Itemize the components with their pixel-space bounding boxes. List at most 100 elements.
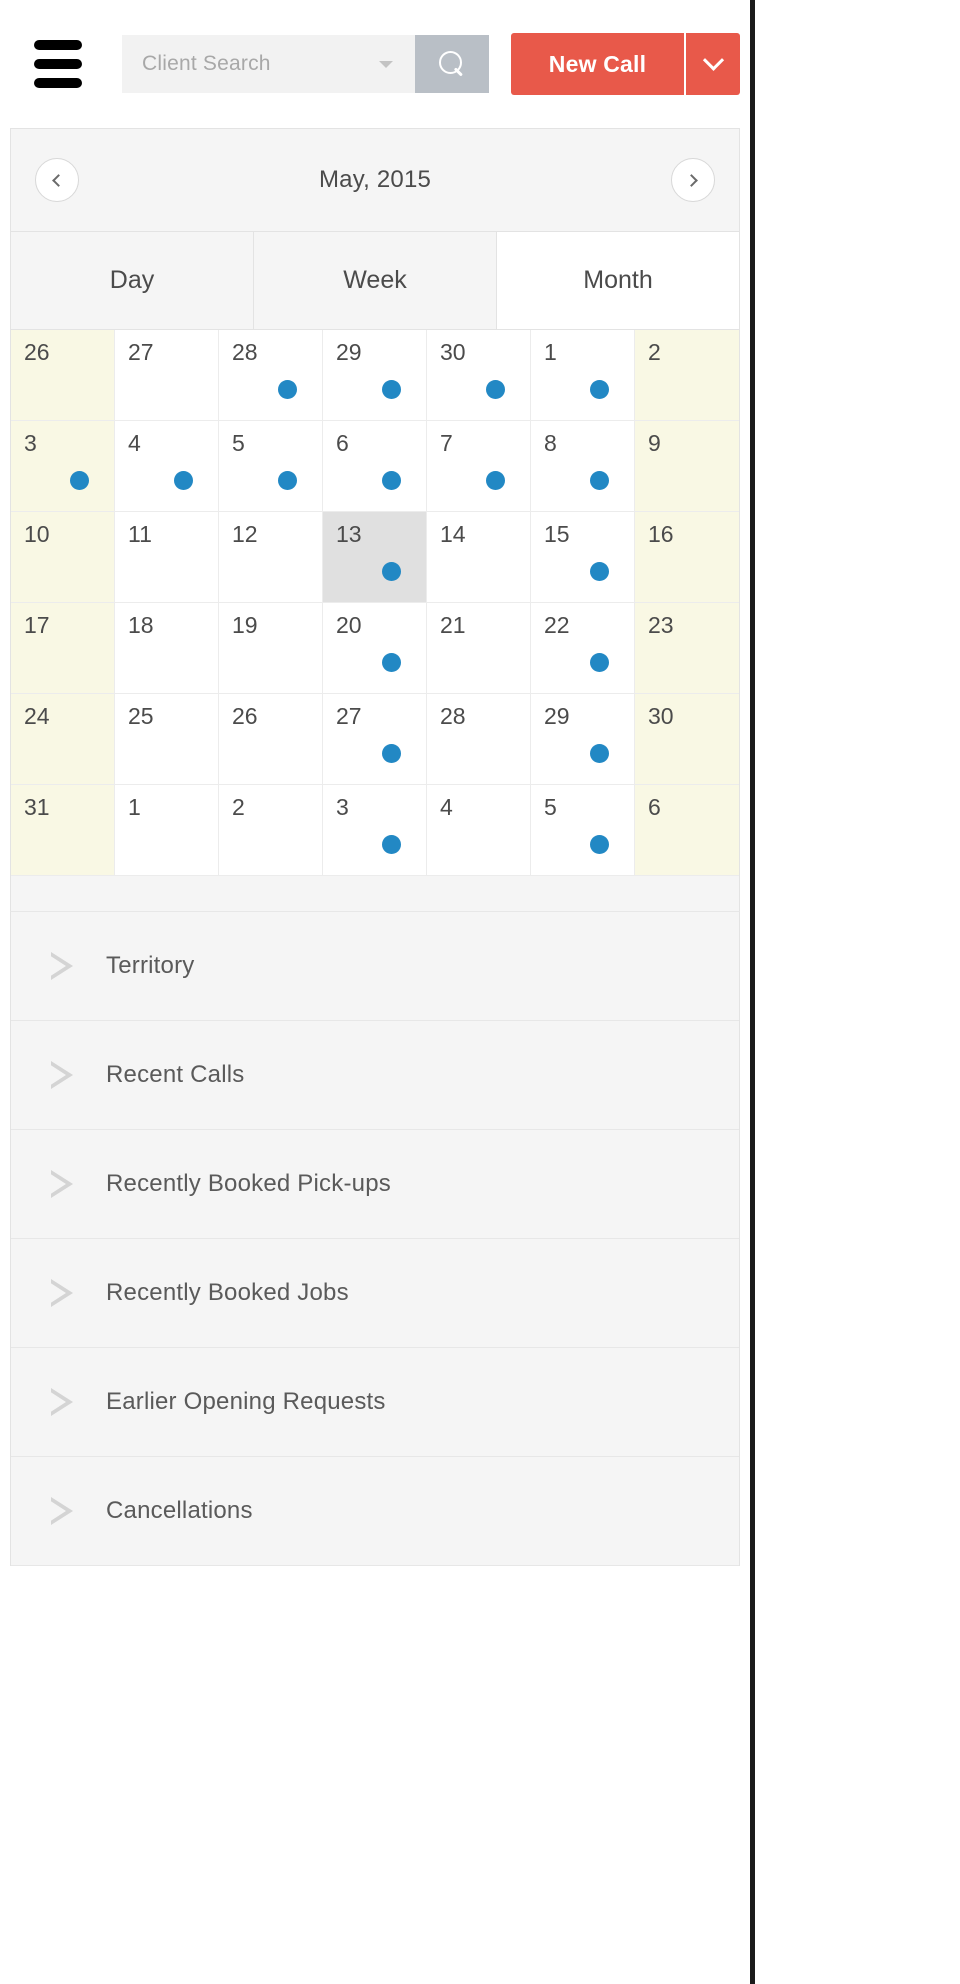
hamburger-icon[interactable] (34, 40, 82, 88)
calendar-day-cell[interactable]: 4 (115, 421, 219, 512)
new-call-group: New Call (511, 33, 740, 95)
tab-day[interactable]: Day (11, 232, 254, 329)
event-dot-indicator (70, 471, 89, 490)
calendar-day-cell[interactable]: 21 (427, 603, 531, 694)
calendar-day-number: 4 (128, 430, 141, 456)
triangle-right-icon[interactable] (49, 1279, 73, 1307)
calendar-day-cell[interactable]: 30 (635, 694, 739, 785)
calendar-day-number: 1 (544, 339, 557, 365)
accordion-list: Territory Recent Calls Recently Booked Pic… (10, 912, 740, 1566)
calendar-day-cell[interactable]: 1 (531, 330, 635, 421)
calendar-day-cell[interactable]: 31 (11, 785, 115, 876)
triangle-right-icon[interactable] (49, 1497, 73, 1525)
calendar-day-cell[interactable]: 29 (323, 330, 427, 421)
prev-month-button[interactable] (35, 158, 79, 202)
accordion-item-earlier-opening-requests[interactable]: Earlier Opening Requests (11, 1348, 739, 1457)
triangle-right-icon[interactable] (49, 1170, 73, 1198)
calendar-day-cell[interactable]: 20 (323, 603, 427, 694)
calendar-day-number: 25 (128, 703, 154, 729)
accordion-item-recently-booked-jobs[interactable]: Recently Booked Jobs (11, 1239, 739, 1348)
calendar-day-cell[interactable]: 2 (635, 330, 739, 421)
calendar-day-cell[interactable]: 6 (635, 785, 739, 876)
tab-month[interactable]: Month (497, 232, 739, 329)
calendar-day-number: 7 (440, 430, 453, 456)
calendar-day-cell[interactable]: 12 (219, 512, 323, 603)
accordion-item-label: Recent Calls (106, 1061, 245, 1088)
calendar-day-cell[interactable]: 28 (427, 694, 531, 785)
calendar-day-cell[interactable]: 19 (219, 603, 323, 694)
calendar-day-cell[interactable]: 24 (11, 694, 115, 785)
triangle-right-icon[interactable] (49, 952, 73, 980)
calendar-footer-spacer (10, 876, 740, 912)
calendar-day-number: 1 (128, 794, 141, 820)
calendar-day-number: 5 (232, 430, 245, 456)
accordion-item-cancellations[interactable]: Cancellations (11, 1457, 739, 1566)
triangle-right-icon[interactable] (49, 1388, 73, 1416)
calendar-day-cell[interactable]: 15 (531, 512, 635, 603)
calendar-day-cell[interactable]: 1 (115, 785, 219, 876)
calendar-day-number: 17 (24, 612, 50, 638)
calendar-day-number: 11 (128, 521, 152, 547)
calendar-day-number: 4 (440, 794, 453, 820)
calendar-day-cell[interactable]: 25 (115, 694, 219, 785)
calendar-day-number: 3 (336, 794, 349, 820)
calendar-day-cell[interactable]: 22 (531, 603, 635, 694)
calendar-day-cell[interactable]: 4 (427, 785, 531, 876)
event-dot-indicator (382, 562, 401, 581)
calendar-day-cell[interactable]: 3 (323, 785, 427, 876)
calendar-day-cell[interactable]: 10 (11, 512, 115, 603)
calendar-day-cell[interactable]: 16 (635, 512, 739, 603)
event-dot-indicator (590, 380, 609, 399)
event-dot-indicator (486, 380, 505, 399)
calendar-day-number: 5 (544, 794, 557, 820)
calendar-day-number: 23 (648, 612, 674, 638)
calendar-day-number: 28 (232, 339, 258, 365)
calendar-day-cell[interactable]: 8 (531, 421, 635, 512)
calendar-day-number: 14 (440, 521, 466, 547)
calendar-day-number: 2 (648, 339, 661, 365)
calendar-day-cell[interactable]: 23 (635, 603, 739, 694)
calendar-day-number: 20 (336, 612, 362, 638)
search-input[interactable]: Client Search (122, 35, 415, 93)
event-dot-indicator (382, 744, 401, 763)
calendar-day-cell[interactable]: 26 (219, 694, 323, 785)
calendar-day-cell[interactable]: 14 (427, 512, 531, 603)
event-dot-indicator (382, 380, 401, 399)
new-call-button[interactable]: New Call (511, 33, 684, 95)
calendar-day-cell[interactable]: 7 (427, 421, 531, 512)
calendar-day-cell[interactable]: 17 (11, 603, 115, 694)
triangle-right-icon[interactable] (49, 1061, 73, 1089)
accordion-item-recent-calls[interactable]: Recent Calls (11, 1021, 739, 1130)
calendar-day-cell[interactable]: 27 (323, 694, 427, 785)
calendar-day-cell[interactable]: 27 (115, 330, 219, 421)
search-button[interactable] (415, 35, 489, 93)
calendar-day-number: 10 (24, 521, 50, 547)
chevron-right-icon (685, 173, 698, 187)
calendar-day-number: 24 (24, 703, 50, 729)
calendar-day-cell[interactable]: 5 (531, 785, 635, 876)
tab-week[interactable]: Week (254, 232, 497, 329)
calendar-day-cell[interactable]: 29 (531, 694, 635, 785)
calendar-navigation: May, 2015 (11, 129, 739, 231)
calendar-day-cell[interactable]: 28 (219, 330, 323, 421)
calendar-day-cell[interactable]: 6 (323, 421, 427, 512)
accordion-item-recently-booked-pick-ups[interactable]: Recently Booked Pick-ups (11, 1130, 739, 1239)
next-month-button[interactable] (671, 158, 715, 202)
calendar-day-cell[interactable]: 13 (323, 512, 427, 603)
calendar-day-number: 29 (336, 339, 362, 365)
new-call-dropdown-button[interactable] (684, 33, 740, 95)
calendar-day-cell[interactable]: 30 (427, 330, 531, 421)
calendar-day-number: 30 (648, 703, 674, 729)
calendar-day-cell[interactable]: 26 (11, 330, 115, 421)
accordion-item-territory[interactable]: Territory (11, 912, 739, 1021)
chevron-down-icon[interactable] (379, 60, 393, 68)
calendar-day-cell[interactable]: 5 (219, 421, 323, 512)
mobile-viewport: Client Search New Call May, 2015 Day Wee… (0, 0, 755, 1984)
calendar-day-number: 21 (440, 612, 466, 638)
calendar-day-number: 9 (648, 430, 661, 456)
calendar-day-cell[interactable]: 3 (11, 421, 115, 512)
calendar-day-cell[interactable]: 18 (115, 603, 219, 694)
calendar-day-cell[interactable]: 9 (635, 421, 739, 512)
calendar-day-cell[interactable]: 11 (115, 512, 219, 603)
calendar-day-cell[interactable]: 2 (219, 785, 323, 876)
